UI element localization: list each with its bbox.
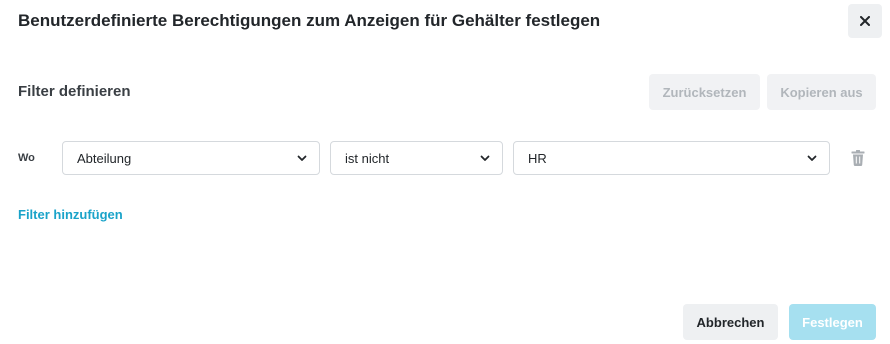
value-select-value: HR xyxy=(528,150,547,166)
chevron-down-icon xyxy=(480,155,490,161)
filter-section-title: Filter definieren xyxy=(18,83,131,100)
apply-button[interactable]: Festlegen xyxy=(789,304,876,340)
field-select[interactable]: Abteilung xyxy=(62,141,320,175)
reset-button[interactable]: Zurücksetzen xyxy=(649,74,760,110)
filter-row-prefix: Wo xyxy=(18,152,35,164)
copy-from-button[interactable]: Kopieren aus xyxy=(767,74,876,110)
add-filter-link[interactable]: Filter hinzufügen xyxy=(18,206,123,224)
field-select-value: Abteilung xyxy=(77,150,132,166)
chevron-down-icon xyxy=(297,155,307,161)
operator-select-value: ist nicht xyxy=(345,150,390,166)
value-select[interactable]: HR xyxy=(513,141,830,175)
cancel-button[interactable]: Abbrechen xyxy=(683,304,778,340)
operator-select[interactable]: ist nicht xyxy=(330,141,503,175)
permissions-dialog: Benutzerdefinierte Berechtigungen zum An… xyxy=(0,0,890,344)
chevron-down-icon xyxy=(807,155,817,161)
close-button[interactable] xyxy=(848,4,882,38)
dialog-title: Benutzerdefinierte Berechtigungen zum An… xyxy=(18,11,601,30)
close-icon xyxy=(860,16,870,26)
trash-icon[interactable] xyxy=(851,150,865,166)
